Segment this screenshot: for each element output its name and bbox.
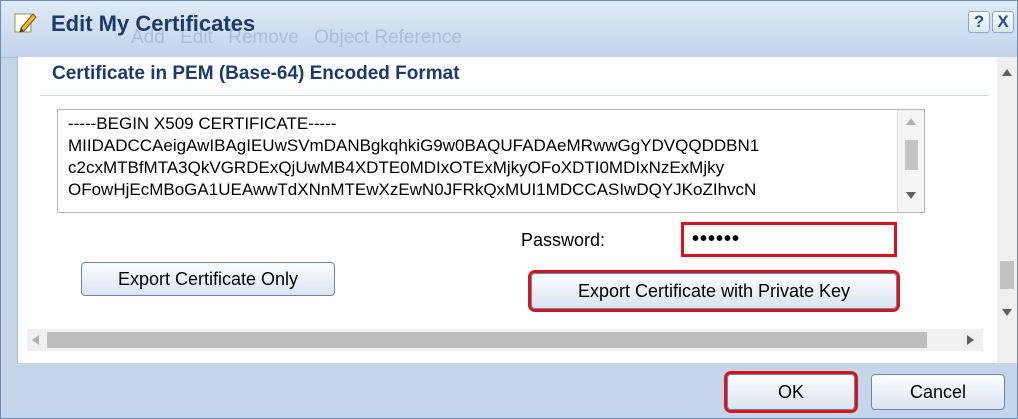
export-certificate-only-button[interactable]: Export Certificate Only [81,262,335,296]
export-certificate-with-private-key-button[interactable]: Export Certificate with Private Key [531,273,897,309]
horizontal-scroll-thumb[interactable] [47,332,927,348]
pem-line: OFowHjEcMBoGA1UEAwwTdXNnMTEwXzEwN0JFRkQx… [68,180,757,199]
dialog-title: Edit My Certificates [51,11,256,36]
password-field[interactable] [681,222,897,257]
vertical-scroll-thumb[interactable] [1000,261,1014,289]
section-title: Certificate in PEM (Base-64) Encoded For… [52,63,460,84]
background-object-reference-label: Object Reference [314,27,463,48]
scroll-up-icon[interactable] [1002,69,1012,76]
pem-scrollbar[interactable] [897,110,924,212]
ok-button[interactable]: OK [727,374,855,410]
pem-certificate-textarea[interactable]: -----BEGIN X509 CERTIFICATE----- MIIDADC… [57,109,925,213]
edit-certificates-dialog: Add Edit Remove Object Reference Edit My… [0,0,1018,419]
pem-line: -----BEGIN X509 CERTIFICATE----- [68,114,337,133]
dialog-content: Certificate in PEM (Base-64) Encoded For… [17,57,998,363]
pem-line: c2cxMTBfMTA3QkVGRDExQjUwMB4XDTE0MDIxOTEx… [68,158,725,177]
close-icon[interactable]: X [992,11,1014,33]
pem-line: MIIDADCCAeigAwIBAgIEUwSVmDANBgkqhkiG9w0B… [68,136,760,155]
scroll-left-icon[interactable] [32,335,39,345]
edit-pencil-icon [14,13,37,33]
section-divider [40,95,988,96]
scroll-down-icon[interactable] [1002,309,1012,316]
cancel-button[interactable]: Cancel [871,374,1005,410]
pem-scroll-up-icon[interactable] [906,118,916,125]
pem-scroll-thumb[interactable] [905,140,918,170]
pem-scroll-down-icon[interactable] [906,192,916,199]
scroll-right-icon[interactable] [967,335,974,345]
content-vertical-scrollbar[interactable] [997,57,1017,363]
content-horizontal-scrollbar[interactable] [27,329,983,351]
help-icon[interactable]: ? [968,11,990,33]
password-label: Password: [521,230,606,250]
dialog-titlebar[interactable]: Add Edit Remove Object Reference Edit My… [1,1,1017,58]
